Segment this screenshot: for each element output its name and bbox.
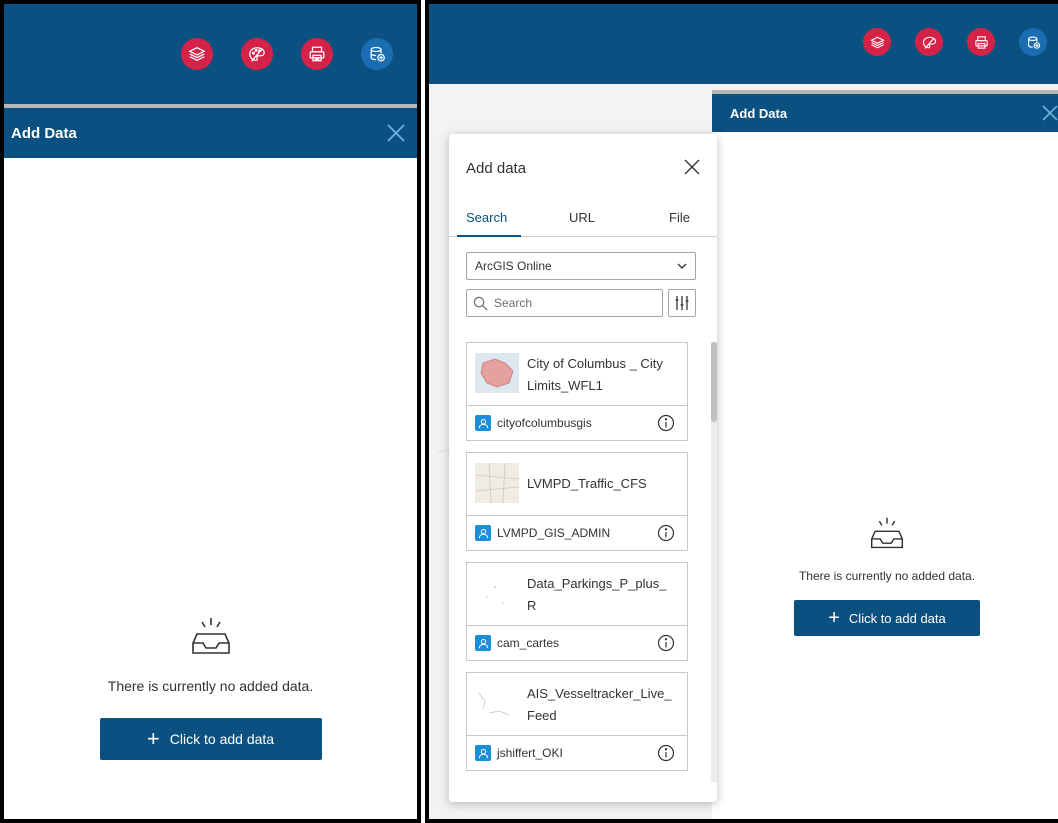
- click-to-add-data-button[interactable]: + Click to add data: [794, 600, 980, 636]
- user-icon: [475, 415, 491, 431]
- active-tab-indicator: [457, 235, 521, 237]
- add-data-dialog: Add data Search URL File ArcGIS Online S…: [449, 134, 717, 802]
- layers-icon: [869, 36, 885, 48]
- add-data-icon: [1027, 36, 1040, 49]
- close-icon: [684, 159, 700, 175]
- add-data-icon: [370, 46, 385, 62]
- tab-bar: Search URL File: [449, 202, 717, 237]
- widget-header: Add Data: [4, 108, 417, 158]
- user-icon: [475, 745, 491, 761]
- filter-button[interactable]: [668, 289, 696, 317]
- tab-url[interactable]: URL: [569, 210, 595, 225]
- search-input[interactable]: [492, 295, 656, 311]
- result-card[interactable]: AIS_Vesseltracker_Live_ Feed jshiffert_O…: [466, 672, 688, 771]
- scrollbar-thumb[interactable]: [711, 342, 717, 422]
- palette-icon: [922, 36, 936, 49]
- plus-icon: +: [146, 726, 160, 751]
- result-card-footer: cityofcolumbusgis: [467, 406, 687, 440]
- result-card-footer: cam_cartes: [467, 626, 687, 660]
- result-card[interactable]: LVMPD_Traffic_CFS LVMPD_GIS_ADMIN: [466, 452, 688, 551]
- empty-inbox-icon: [191, 618, 230, 654]
- result-owner: cam_cartes: [497, 636, 560, 650]
- result-card-footer: jshiffert_OKI: [467, 736, 687, 770]
- widget-title: Add Data: [11, 124, 77, 142]
- style-button[interactable]: [915, 28, 943, 56]
- close-icon: [1042, 105, 1058, 121]
- widget-title: Add Data: [730, 105, 788, 121]
- close-widget-button[interactable]: [1040, 103, 1058, 123]
- result-title: Data_Parkings_P_plus_ R: [527, 576, 667, 613]
- close-dialog-button[interactable]: [681, 156, 703, 178]
- filter-sliders-icon: [675, 296, 689, 310]
- palette-icon: [249, 47, 265, 62]
- info-icon[interactable]: [657, 634, 675, 652]
- empty-inbox-icon: [870, 517, 904, 549]
- print-icon: [974, 35, 988, 49]
- source-selected-value: ArcGIS Online: [475, 259, 552, 273]
- result-card[interactable]: Data_Parkings_P_plus_ R cam_cartes: [466, 562, 688, 661]
- user-icon: [475, 525, 491, 541]
- tab-file[interactable]: File: [669, 210, 690, 225]
- style-button[interactable]: [241, 38, 273, 70]
- layers-button[interactable]: [181, 38, 213, 70]
- user-icon: [475, 635, 491, 651]
- print-icon: [309, 46, 325, 62]
- result-card[interactable]: City of Columbus _ City Limits_WFL1 city…: [466, 342, 688, 441]
- result-owner: cityofcolumbusgis: [497, 416, 592, 430]
- search-field[interactable]: [466, 289, 663, 317]
- result-owner: LVMPD_GIS_ADMIN: [497, 526, 611, 540]
- dialog-title: Add data: [466, 160, 527, 177]
- search-icon: [473, 296, 488, 310]
- empty-state: There is currently no added data. + Clic…: [712, 516, 1058, 636]
- app-header: [4, 4, 417, 104]
- result-card-footer: LVMPD_GIS_ADMIN: [467, 516, 687, 550]
- tab-search[interactable]: Search: [466, 210, 507, 225]
- layers-button[interactable]: [863, 28, 891, 56]
- result-title: LVMPD_Traffic_CFS: [527, 476, 647, 491]
- source-dropdown[interactable]: ArcGIS Online: [466, 252, 696, 280]
- print-button[interactable]: [301, 38, 333, 70]
- result-card-header: LVMPD_Traffic_CFS: [467, 453, 687, 516]
- map-thumbnail: [475, 573, 519, 613]
- plus-icon: +: [828, 607, 840, 629]
- empty-message: There is currently no added data.: [107, 678, 314, 694]
- empty-state: There is currently no added data. + Clic…: [4, 616, 417, 760]
- result-owner: jshiffert_OKI: [497, 746, 563, 760]
- empty-message: There is currently no added data.: [798, 569, 976, 583]
- right-screenshot-panel: Add Data There is currently no added dat…: [425, 0, 1058, 823]
- add-button-label: Click to add data: [169, 731, 275, 747]
- click-to-add-data-button[interactable]: + Click to add data: [99, 718, 322, 760]
- print-button[interactable]: [967, 28, 995, 56]
- close-widget-button[interactable]: [385, 122, 407, 144]
- map-thumbnail: [475, 463, 519, 503]
- map-thumbnail: [475, 353, 519, 393]
- results-scrollbar[interactable]: [711, 342, 717, 782]
- layers-icon: [188, 46, 206, 62]
- widget-header: Add Data: [712, 94, 1058, 132]
- map-thumbnail: [475, 683, 519, 723]
- left-screenshot-panel: Add Data There is currently no added dat…: [0, 0, 421, 823]
- add-button-label: Click to add data: [848, 610, 946, 626]
- widget-body: [712, 132, 1058, 819]
- chevron-down-icon: [677, 263, 687, 269]
- result-card-header: City of Columbus _ City Limits_WFL1: [467, 343, 687, 406]
- result-card-header: AIS_Vesseltracker_Live_ Feed: [467, 673, 687, 736]
- result-title: City of Columbus _ City Limits_WFL1: [527, 356, 663, 393]
- add-data-tool-button[interactable]: [1019, 28, 1047, 56]
- info-icon[interactable]: [657, 414, 675, 432]
- app-header: [429, 4, 1058, 84]
- info-icon[interactable]: [657, 524, 675, 542]
- info-icon[interactable]: [657, 744, 675, 762]
- result-card-header: Data_Parkings_P_plus_ R: [467, 563, 687, 626]
- add-data-tool-button[interactable]: [361, 38, 393, 70]
- result-title: AIS_Vesseltracker_Live_ Feed: [527, 686, 672, 723]
- close-icon: [387, 124, 405, 142]
